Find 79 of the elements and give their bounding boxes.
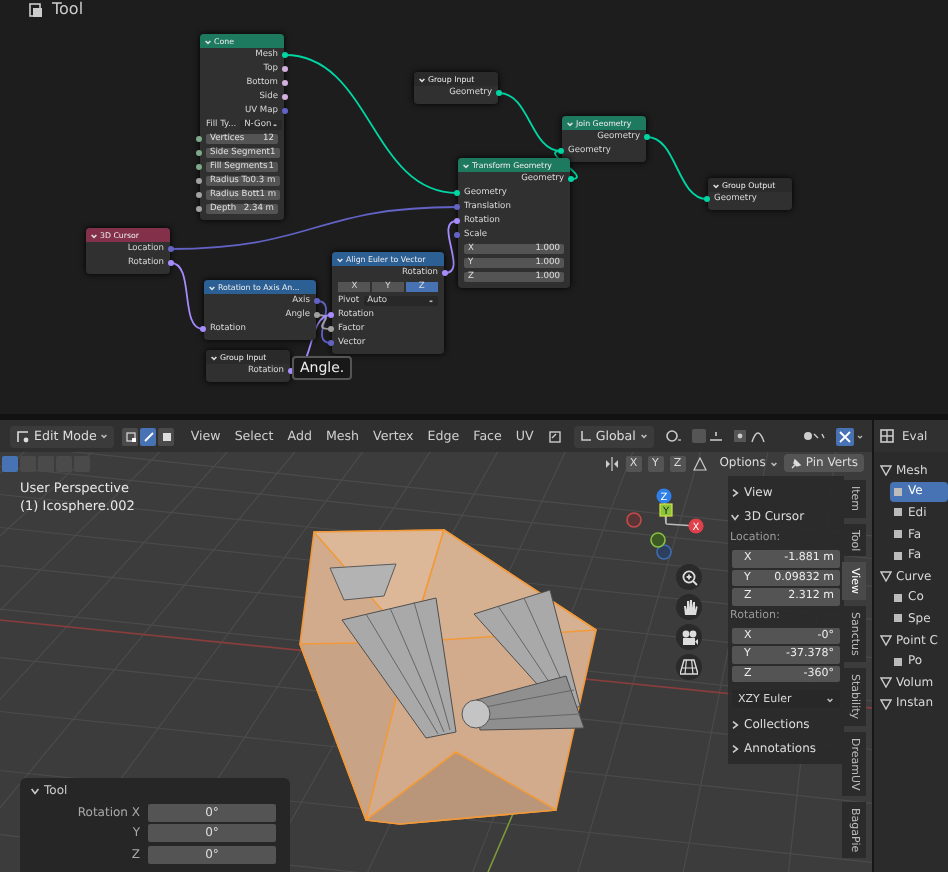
tool-icon [28,1,44,17]
chevron-icon [30,785,40,795]
chevron-icon [271,122,278,128]
socket-dot[interactable] [282,108,288,114]
chevron-icon [769,459,778,467]
chevron-icon [90,231,98,239]
node-link [170,262,204,330]
socket-dot[interactable] [196,136,202,142]
socket-dot[interactable] [644,134,650,140]
socket-dot[interactable] [196,192,202,198]
socket-dot[interactable] [704,196,710,202]
socket-dot[interactable] [568,176,574,182]
chevron-icon [730,719,740,729]
socket-dot[interactable] [168,260,174,266]
face-icon [161,431,172,441]
socket-dot[interactable] [282,80,288,86]
data-type-icon [880,464,892,477]
socket-dot[interactable] [496,90,502,96]
socket-dot[interactable] [442,270,448,276]
uv-sync-icon[interactable] [547,429,562,443]
socket-dot[interactable] [196,178,202,184]
chevron-icon [639,432,648,440]
data-type-icon [880,570,892,583]
mirror-icon[interactable] [603,455,620,471]
visibility-icon[interactable] [801,428,826,444]
socket-dot[interactable] [314,298,320,304]
chevron-icon [730,487,740,497]
chevron-icon [210,353,218,361]
data-type-icon [880,634,892,647]
edit-mode-icon [16,429,30,443]
grid-icon[interactable] [680,658,698,676]
axes-icon [579,430,592,442]
socket-dot[interactable] [168,246,174,252]
chevron-icon [566,119,574,127]
select-mode-toggle[interactable] [140,427,157,445]
socket-dot[interactable] [328,312,334,318]
socket-dot[interactable] [454,190,460,196]
hand-icon[interactable] [680,598,698,616]
chevron-icon [712,181,720,189]
chevron-icon [418,75,426,83]
socket-dot[interactable] [282,94,288,100]
select-mode-toggle[interactable] [122,427,139,445]
pin-icon [789,457,802,469]
socket-dot[interactable] [196,150,202,156]
socket-dot[interactable] [558,148,564,154]
camera-icon[interactable] [680,628,698,646]
edge-icon [143,431,154,441]
data-item-icon [892,655,904,668]
tool-label: Tool [52,0,84,18]
socket-dot[interactable] [454,232,460,238]
socket-dot[interactable] [328,326,334,332]
chevron-icon [462,161,470,169]
socket-dot[interactable] [282,66,288,72]
topology-icon[interactable] [691,455,708,471]
chevron-icon [336,255,344,263]
chevron-icon [826,695,834,703]
proportional-icon[interactable] [733,428,766,444]
zoom-icon[interactable] [680,568,698,586]
chevron-icon [428,298,434,304]
socket-dot[interactable] [200,326,206,332]
pivot-icon[interactable] [663,428,682,444]
socket-dot[interactable] [282,52,288,58]
socket-dot[interactable] [454,218,460,224]
chevron-icon [100,432,109,440]
socket-dot[interactable] [454,204,460,210]
vertex-icon [125,431,136,441]
snap-icon[interactable] [691,428,724,444]
chevron-icon [730,743,740,753]
chevron-icon [208,283,216,291]
node-link [646,136,708,200]
chevron-icon [730,511,740,521]
socket-dot[interactable] [328,340,334,346]
socket-dot[interactable] [196,164,202,170]
chevron-icon [204,37,212,45]
socket-dot[interactable] [314,312,320,318]
gizmo-toggle-icon[interactable] [835,427,864,445]
select-mode-toggle[interactable] [158,427,175,445]
editor-type-icon[interactable] [880,428,896,444]
socket-dot[interactable] [196,206,202,212]
